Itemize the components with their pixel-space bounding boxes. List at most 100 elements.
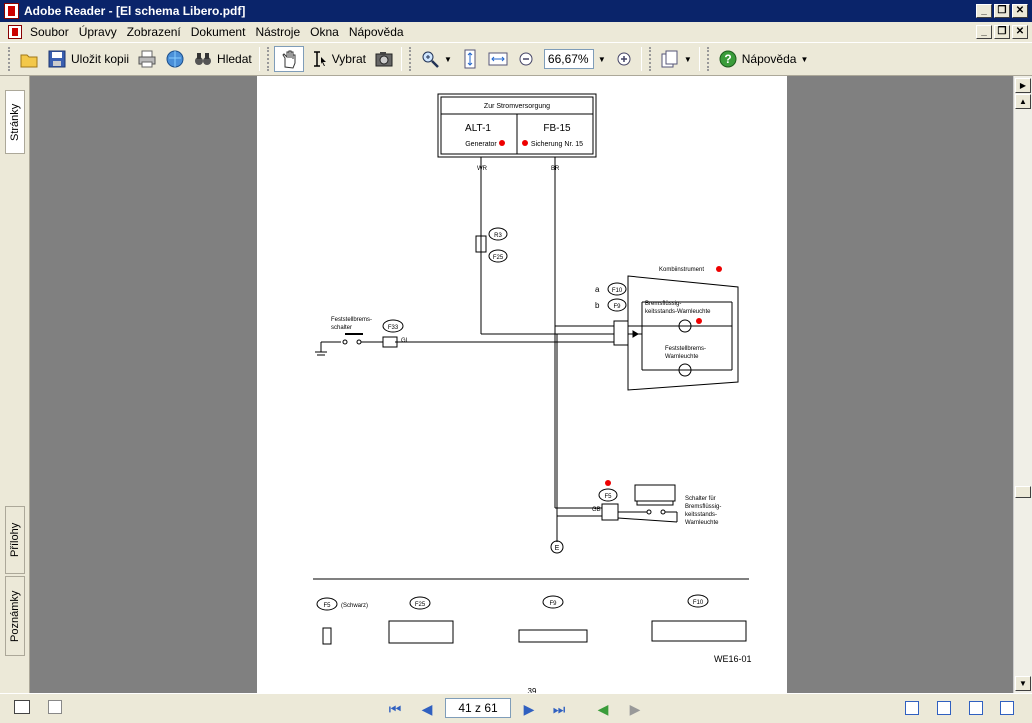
power-box-title: Zur Stromversorgung — [484, 103, 550, 110]
select-tool-button[interactable]: Vybrat — [304, 46, 370, 72]
navigation-pane: Stránky Přílohy Poznámky — [0, 76, 30, 693]
previous-page-icon[interactable]: ◀ — [418, 700, 436, 718]
vertical-scrollbar[interactable]: ▶ ▲ ▼ — [1013, 76, 1032, 693]
hand-tool-button[interactable] — [273, 46, 304, 72]
menu-window[interactable]: Okna — [305, 25, 344, 39]
continuous-page-icon[interactable] — [937, 701, 951, 715]
snapshot-button[interactable] — [370, 46, 398, 72]
fest-warn-line1: Feststellbrems- — [665, 346, 706, 352]
page-number-field[interactable]: 41 z 61 — [445, 698, 511, 718]
tab-attachments[interactable]: Přílohy — [5, 506, 25, 574]
minimize-button[interactable]: _ — [976, 4, 992, 18]
help-button[interactable]: ? Nápověda ▼ — [714, 46, 813, 72]
connector-f5-label: F5 — [323, 603, 331, 609]
menu-tools[interactable]: Nástroje — [250, 25, 305, 39]
content-area: Stránky Přílohy Poznámky Zur Stromversor… — [0, 76, 1032, 696]
close-button[interactable]: ✕ — [1012, 4, 1028, 18]
connector-f10-label: F10 — [693, 600, 704, 606]
toolbar-separator — [258, 47, 260, 71]
brems-warn-line2: keitsstands-Warnleuchte — [645, 309, 711, 315]
wire-gb-label: GB — [592, 507, 601, 513]
email-button[interactable] — [161, 46, 189, 72]
single-page-icon[interactable] — [905, 701, 919, 715]
pages-rotate-icon — [660, 49, 680, 69]
fest-schalter-line2: schalter — [331, 325, 352, 331]
document-icon[interactable] — [8, 25, 22, 39]
next-page-icon[interactable]: ▶ — [520, 700, 538, 718]
zoom-dropdown-icon[interactable]: ▼ — [444, 55, 452, 64]
nav-pane-toggle-icon[interactable] — [14, 700, 30, 714]
save-copy-button[interactable]: Uložit kopii — [43, 46, 133, 72]
scroll-up-arrow-icon[interactable]: ▲ — [1015, 94, 1031, 109]
f5-schwarz-label: (Schwarz) — [341, 603, 368, 609]
options-icon[interactable] — [48, 700, 62, 714]
open-folder-icon — [19, 49, 39, 69]
svg-text:?: ? — [724, 52, 731, 66]
menu-edit[interactable]: Úpravy — [74, 25, 122, 39]
tab-comments-label: Poznámky — [9, 590, 21, 642]
toolbar-grip[interactable] — [408, 47, 412, 71]
fest-warn-line2: Warnleuchte — [665, 354, 699, 360]
menu-help[interactable]: Nápověda — [344, 25, 409, 39]
document-area[interactable]: Zur Stromversorgung ALT-1 Generator FB-1… — [30, 76, 1013, 696]
toolbar-grip[interactable] — [706, 47, 710, 71]
tab-pages-label: Stránky — [9, 103, 21, 141]
menu-view[interactable]: Zobrazení — [122, 25, 186, 39]
first-page-icon[interactable]: ⏮ — [386, 700, 404, 718]
search-label: Hledat — [217, 52, 252, 66]
connector-f9-label: F9 — [549, 601, 557, 607]
brems-warn-line1: Bremsflüssig- — [645, 301, 681, 307]
tab-pages[interactable]: Stránky — [5, 90, 25, 154]
open-button[interactable] — [15, 46, 43, 72]
zoom-select-dropdown-icon[interactable]: ▼ — [598, 55, 606, 64]
doc-close-button[interactable]: ✕ — [1012, 25, 1028, 39]
window-title: Adobe Reader - [El schema Libero.pdf] — [24, 4, 246, 18]
toolbar-grip[interactable] — [648, 47, 652, 71]
toolbar-grip[interactable] — [8, 47, 11, 71]
continuous-facing-icon[interactable] — [1000, 701, 1014, 715]
restore-button[interactable]: ❐ — [994, 4, 1010, 18]
binoculars-icon — [193, 49, 213, 69]
b-label: b — [595, 301, 600, 310]
scroll-down-arrow-icon[interactable]: ▼ — [1015, 676, 1031, 691]
search-button[interactable]: Hledat — [189, 46, 256, 72]
pdf-page: Zur Stromversorgung ALT-1 Generator FB-1… — [257, 76, 787, 696]
scroll-right-arrow-icon[interactable]: ▶ — [1015, 78, 1031, 93]
help-dropdown-icon[interactable]: ▼ — [800, 55, 808, 64]
menu-file[interactable]: Soubor — [25, 25, 74, 39]
title-bar: Adobe Reader - [El schema Libero.pdf] _ … — [0, 0, 1032, 22]
go-forward-icon[interactable]: ▶ — [626, 700, 644, 718]
schalter-line4: Warnleuchte — [685, 520, 719, 526]
facing-page-icon[interactable] — [969, 701, 983, 715]
fit-width-button[interactable] — [484, 46, 512, 72]
fit-page-icon — [460, 49, 480, 69]
text-cursor-icon — [308, 49, 328, 69]
doc-restore-button[interactable]: ❐ — [994, 25, 1010, 39]
last-page-icon[interactable]: ⏭ — [550, 700, 568, 718]
wire-br-label: BR — [551, 166, 560, 172]
save-copy-label: Uložit kopii — [71, 52, 130, 66]
magnifier-icon — [420, 49, 440, 69]
rotate-dropdown-icon[interactable]: ▼ — [684, 55, 692, 64]
doc-minimize-button[interactable]: _ — [976, 25, 992, 39]
zoom-input[interactable]: 66,67% — [543, 49, 594, 69]
zoom-out-button[interactable] — [512, 46, 540, 72]
zoom-in-button[interactable] — [610, 46, 638, 72]
print-button[interactable] — [133, 46, 161, 72]
help-label: Nápověda — [741, 52, 797, 66]
menu-document[interactable]: Dokument — [186, 25, 251, 39]
toolbar-grip[interactable] — [266, 47, 270, 71]
zoom-tool-button[interactable]: ▼ — [416, 46, 456, 72]
go-back-icon[interactable]: ◀ — [594, 700, 612, 718]
page-code: WE16-01 — [714, 654, 752, 664]
tab-comments[interactable]: Poznámky — [5, 576, 25, 656]
scrollbar-thumb[interactable] — [1015, 486, 1031, 498]
kombi-label: Kombiinstrument — [659, 267, 704, 273]
save-icon — [47, 49, 67, 69]
zoom-select[interactable]: 66,67% ▼ — [540, 46, 610, 72]
fit-page-button[interactable] — [456, 46, 484, 72]
fest-schalter-line1: Feststellbrems- — [331, 317, 372, 323]
toolbar-separator — [640, 47, 642, 71]
hand-icon — [279, 49, 299, 69]
rotate-button[interactable]: ▼ — [656, 46, 696, 72]
